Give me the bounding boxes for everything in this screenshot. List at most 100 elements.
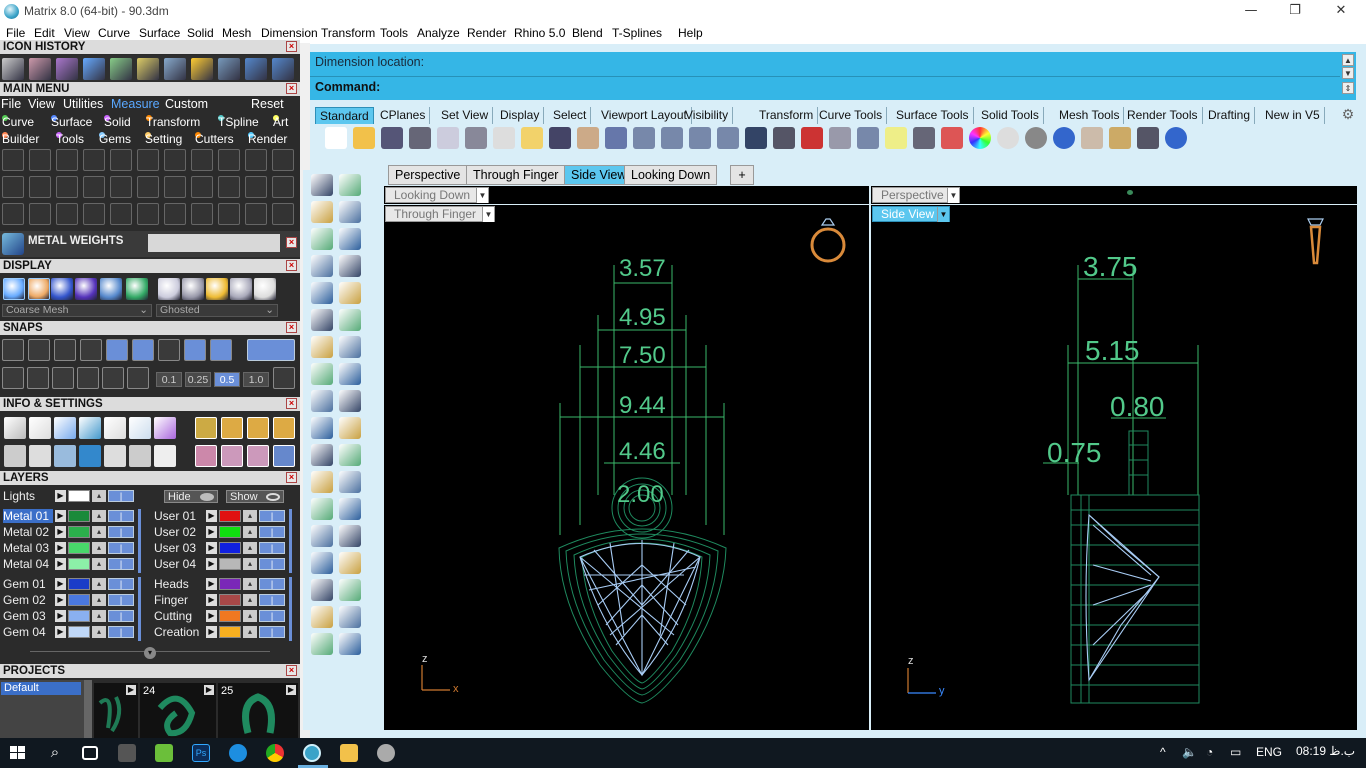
drawing-tool-icon[interactable]	[218, 149, 240, 171]
lock-icon[interactable]: ▴	[243, 578, 257, 590]
visibility-toggle[interactable]: |	[259, 610, 285, 622]
toolbar-tab-cplanes[interactable]: CPlanes	[376, 107, 431, 124]
settings-tool-icon[interactable]	[273, 417, 295, 439]
expand-icon[interactable]: ▶	[55, 610, 66, 622]
lock-icon[interactable]: ▴	[243, 626, 257, 638]
drawing-tool-icon[interactable]	[110, 203, 132, 225]
visibility-toggle[interactable]: |	[259, 578, 285, 590]
info-tool-icon[interactable]	[54, 417, 76, 439]
history-tool-icon[interactable]	[218, 58, 240, 80]
display-mode-icon[interactable]	[75, 278, 97, 300]
language-indicator[interactable]: ENG	[1256, 745, 1282, 759]
visibility-toggle[interactable]: |	[108, 626, 134, 638]
drawing-tool-icon[interactable]	[191, 149, 213, 171]
layer-metal-01[interactable]: Metal 01 ▶ ▴ |	[0, 509, 140, 523]
visibility-toggle[interactable]: |	[108, 578, 134, 590]
layer-color-swatch[interactable]	[68, 526, 90, 538]
drawing-tool-icon[interactable]	[218, 203, 240, 225]
network-icon[interactable]: ◔	[1206, 745, 1213, 759]
metal-weights-icon[interactable]	[2, 233, 24, 255]
chevron-down-icon[interactable]: ▼	[947, 188, 959, 203]
layer-metal-04[interactable]: Metal 04 ▶ ▴ |	[0, 557, 140, 571]
snap-value-3[interactable]: 1.0	[243, 372, 269, 387]
dimension-label[interactable]: 0.75	[1047, 437, 1102, 469]
viewport-perspective[interactable]: Perspective ▼	[871, 186, 1357, 204]
display-mode-icon[interactable]	[206, 278, 228, 300]
expand-icon[interactable]: ▶	[206, 510, 217, 522]
expand-icon[interactable]: ▶	[55, 578, 66, 590]
dimension-label[interactable]: 2.00	[617, 481, 664, 509]
visibility-toggle[interactable]: |	[108, 526, 134, 538]
settings-tool-icon[interactable]	[221, 417, 243, 439]
viewport-side-view[interactable]: Side View ▼ 3.75 5.15 0.80 0.75 z y	[871, 205, 1357, 730]
scroll-up-icon[interactable]: ▲	[1342, 54, 1354, 66]
menu-help[interactable]: Help	[678, 26, 703, 40]
history-tool-icon[interactable]	[2, 58, 24, 80]
modeling-tool-icon[interactable]	[339, 633, 361, 655]
color-wheel-icon[interactable]	[969, 127, 991, 149]
history-tool-icon[interactable]	[56, 58, 78, 80]
scroll-down-icon[interactable]: ▼	[1342, 67, 1354, 79]
layer-user-02[interactable]: User 02 ▶ ▴ |	[151, 525, 291, 539]
modeling-tool-icon[interactable]	[339, 417, 361, 439]
modeling-tool-icon[interactable]	[339, 552, 361, 574]
modeling-tool-icon[interactable]	[311, 390, 333, 412]
modeling-tool-icon[interactable]	[339, 309, 361, 331]
chevron-down-icon[interactable]: ▼	[937, 207, 949, 222]
history-tool-icon[interactable]	[83, 58, 105, 80]
grid-snap-icon[interactable]	[1137, 127, 1159, 149]
settings-tool-icon[interactable]	[247, 417, 269, 439]
save-icon[interactable]	[381, 127, 403, 149]
viewport-tab-looking-down[interactable]: Looking Down	[624, 165, 718, 185]
folder-icon[interactable]	[340, 744, 358, 762]
drawing-tool-icon[interactable]	[2, 176, 24, 198]
info-tool-icon[interactable]	[154, 417, 176, 439]
expand-icon[interactable]: ▶	[206, 578, 217, 590]
snap-option-icon[interactable]	[2, 367, 24, 389]
drawing-tool-icon[interactable]	[2, 203, 24, 225]
display-mode-icon[interactable]	[254, 278, 276, 300]
drawing-tool-icon[interactable]	[110, 149, 132, 171]
modeling-tool-icon[interactable]	[339, 201, 361, 223]
store-icon[interactable]	[118, 744, 136, 762]
close-icon[interactable]: ×	[286, 41, 297, 52]
history-tool-icon[interactable]	[272, 58, 294, 80]
layer-color-swatch[interactable]	[219, 594, 241, 606]
menu-blend[interactable]: Blend	[572, 26, 603, 40]
snap-toggle-icon[interactable]	[210, 339, 232, 361]
display-mode-icon[interactable]	[230, 278, 252, 300]
layer-gem-01[interactable]: Gem 01 ▶ ▴ |	[0, 577, 140, 591]
snap-option-icon[interactable]	[102, 367, 124, 389]
layer-metal-02[interactable]: Metal 02 ▶ ▴ |	[0, 525, 140, 539]
layer-color-swatch[interactable]	[219, 578, 241, 590]
expand-icon[interactable]: ▶	[55, 490, 66, 502]
drawing-tool-icon[interactable]	[164, 149, 186, 171]
layer-color-swatch[interactable]	[219, 626, 241, 638]
drawing-tool-icon[interactable]	[245, 149, 267, 171]
light-bulb-icon[interactable]	[885, 127, 907, 149]
expand-icon[interactable]: ▶	[55, 558, 66, 570]
display-mode-icon[interactable]	[100, 278, 122, 300]
layer-color-swatch[interactable]	[68, 542, 90, 554]
history-tool-icon[interactable]	[110, 58, 132, 80]
main-menu-custom[interactable]: Custom	[165, 97, 208, 111]
modeling-tool-icon[interactable]	[311, 471, 333, 493]
layer-color-swatch[interactable]	[68, 578, 90, 590]
play-icon[interactable]: ▶	[286, 685, 296, 695]
modeling-tool-icon[interactable]	[339, 336, 361, 358]
menu-transform[interactable]: Transform	[321, 26, 375, 40]
project-thumb-24[interactable]: 24 ▶	[140, 683, 216, 738]
expand-icon[interactable]: ▶	[55, 594, 66, 606]
snap-ortho-toggle[interactable]	[247, 339, 295, 361]
close-icon[interactable]: ×	[286, 472, 297, 483]
undo-icon[interactable]	[549, 127, 571, 149]
snap-toggle-icon[interactable]	[2, 339, 24, 361]
sphere-icon[interactable]	[1053, 127, 1075, 149]
modeling-tool-icon[interactable]	[311, 282, 333, 304]
viewport-title-side-view[interactable]: Side View ▼	[872, 206, 950, 222]
close-icon[interactable]: ×	[286, 398, 297, 409]
settings-tool-icon[interactable]	[195, 417, 217, 439]
modeling-tool-icon[interactable]	[311, 633, 333, 655]
drawing-tool-icon[interactable]	[137, 176, 159, 198]
info-tool-icon[interactable]	[104, 417, 126, 439]
